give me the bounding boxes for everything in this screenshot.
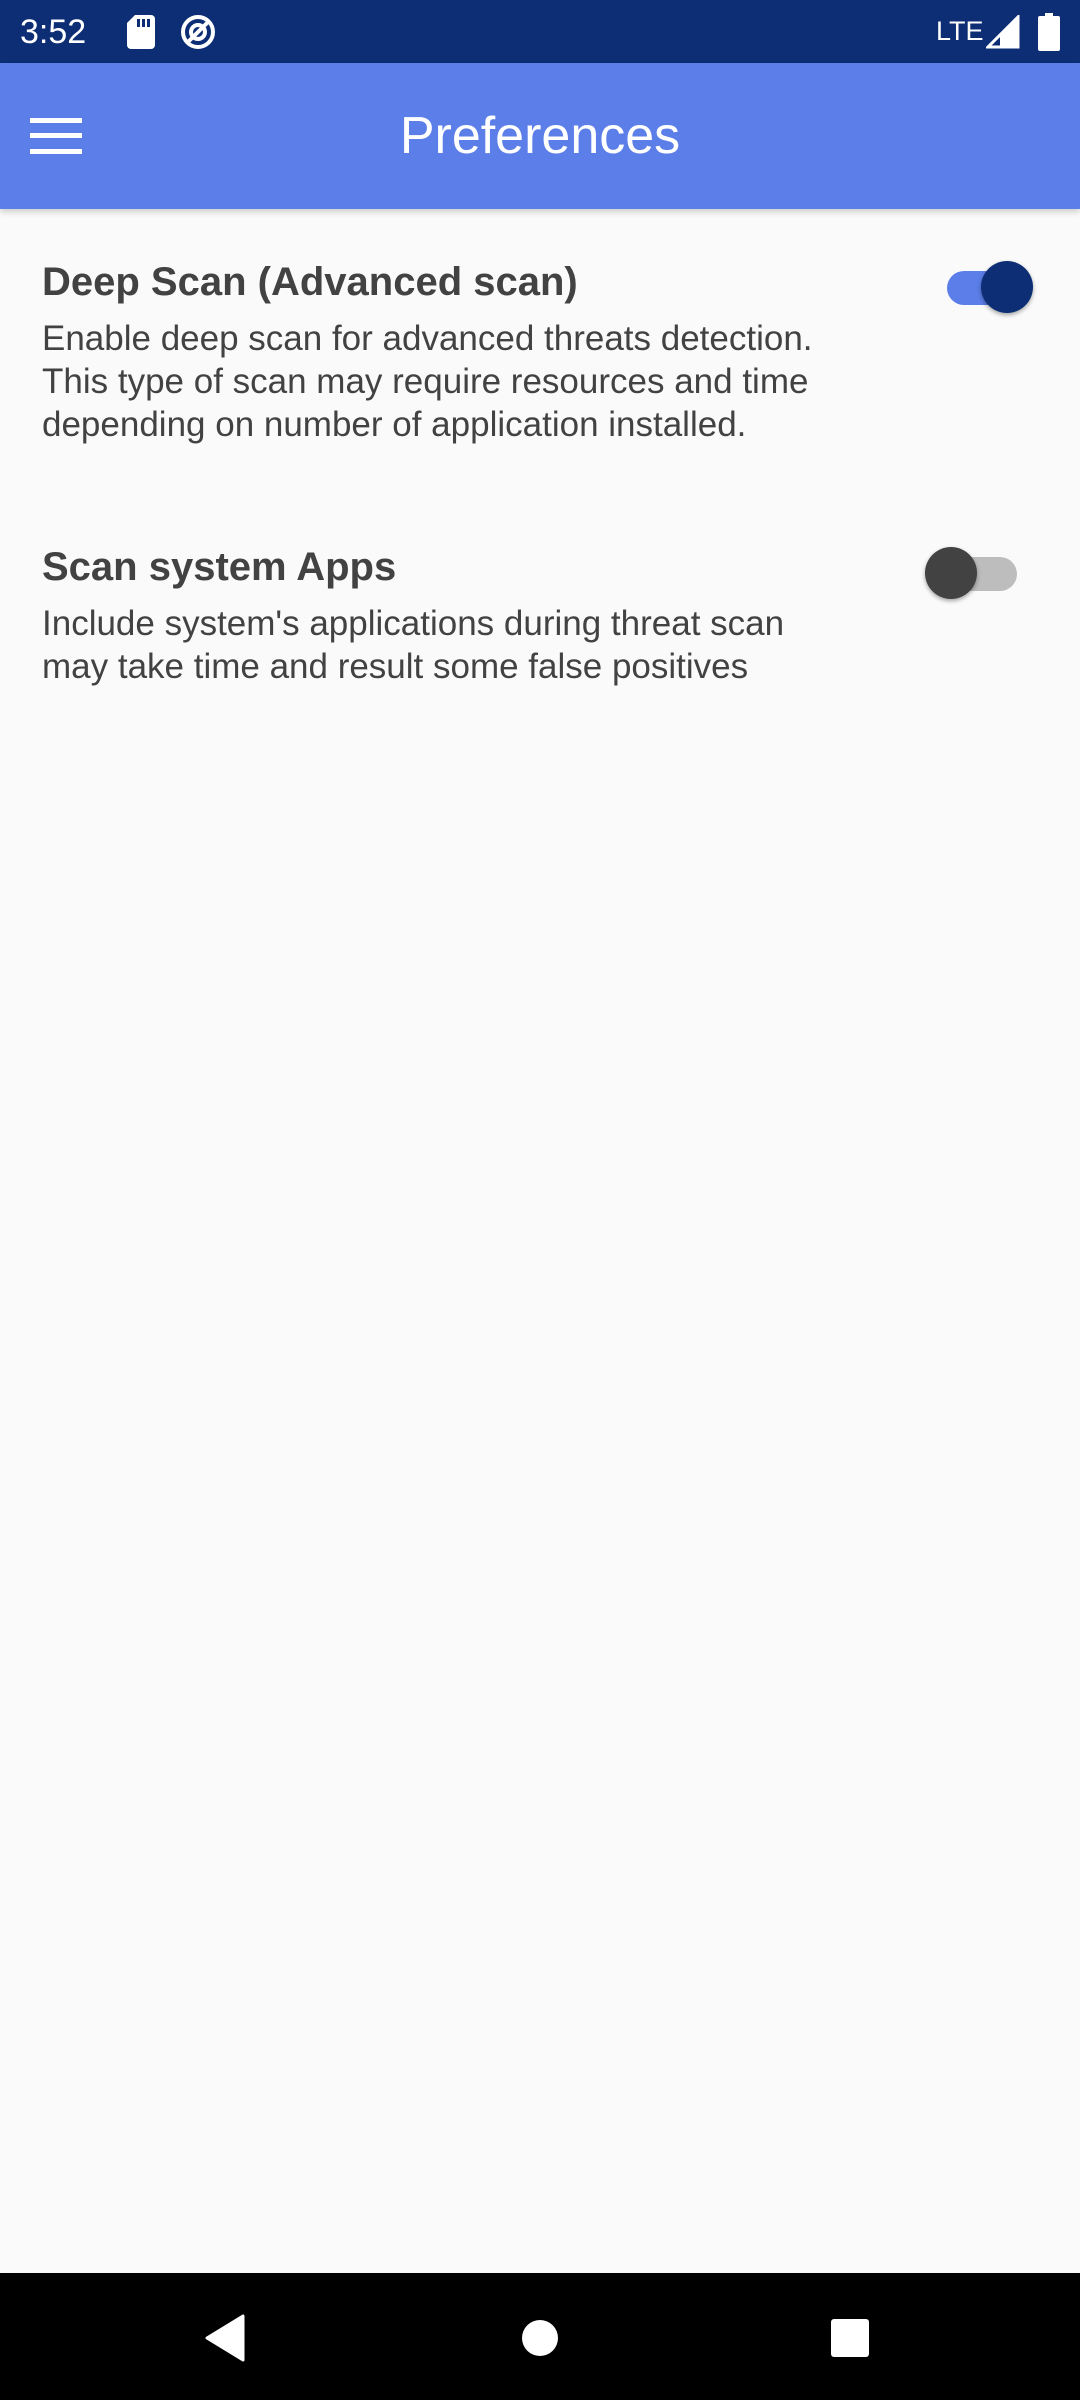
deep-scan-preference[interactable]: Deep Scan (Advanced scan) Enable deep sc…	[0, 250, 1080, 470]
home-icon	[522, 2320, 558, 2356]
deep-scan-toggle[interactable]	[927, 252, 1037, 322]
home-button[interactable]	[505, 2303, 575, 2373]
scan-system-apps-preference[interactable]: Scan system Apps Include system's applic…	[0, 535, 1080, 715]
preferences-screen: 3:52 LTE Preferences Deep Scan (Advanced…	[0, 0, 1080, 2400]
back-button[interactable]	[190, 2303, 260, 2373]
network-type-label: LTE	[936, 16, 984, 46]
app-bar: Preferences	[0, 63, 1080, 209]
sd-card-icon	[127, 15, 155, 49]
signal-icon	[986, 15, 1020, 49]
status-bar: 3:52 LTE	[0, 0, 1080, 63]
recents-icon	[831, 2319, 869, 2357]
scan-system-apps-title: Scan system Apps	[42, 545, 397, 589]
navigation-bar	[0, 2273, 1080, 2400]
status-time: 3:52	[20, 13, 87, 51]
scan-system-apps-summary: Include system's applications during thr…	[42, 604, 785, 686]
recents-button[interactable]	[815, 2303, 885, 2373]
scan-system-apps-toggle[interactable]	[925, 538, 1035, 608]
back-icon	[205, 2314, 245, 2362]
data-saver-icon	[181, 15, 215, 49]
deep-scan-toggle-thumb	[981, 261, 1033, 313]
deep-scan-title: Deep Scan (Advanced scan)	[42, 260, 578, 304]
battery-icon	[1038, 13, 1060, 51]
page-title: Preferences	[399, 107, 681, 165]
scan-system-apps-toggle-thumb	[925, 547, 977, 599]
deep-scan-summary: Enable deep scan for advanced threats de…	[42, 319, 813, 444]
